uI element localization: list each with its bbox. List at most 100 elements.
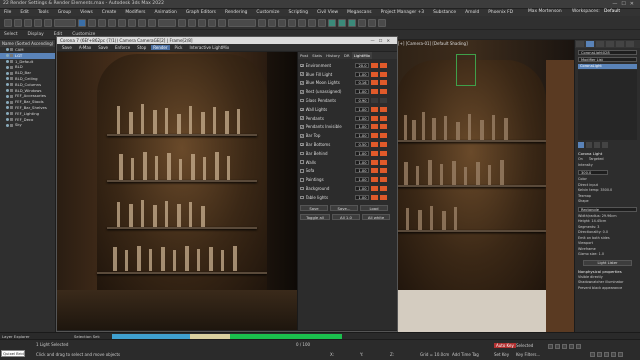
- menu-phoenix[interactable]: Phoenix FD: [488, 10, 513, 15]
- link-icon[interactable]: [24, 18, 32, 27]
- lightmix-intensity-field[interactable]: 1.00: [354, 71, 369, 77]
- lightmix-color-swatch[interactable]: [379, 194, 387, 200]
- lightmix-color-swatch[interactable]: [379, 98, 387, 104]
- lightmix-enable-checkbox[interactable]: [300, 178, 304, 182]
- lightmix-enable-checkbox[interactable]: ✓: [300, 125, 304, 129]
- shape-dropdown[interactable]: Rectangle: [578, 206, 637, 212]
- maximize-viewport-icon[interactable]: [618, 352, 623, 357]
- y-coord-label[interactable]: Y:: [360, 352, 363, 357]
- named-selection-dropdown[interactable]: [228, 18, 256, 27]
- align-icon[interactable]: [268, 18, 276, 27]
- menu-animation[interactable]: Animation: [154, 10, 176, 15]
- menu-scripting[interactable]: Scripting: [288, 10, 308, 15]
- lightmix-intensity-field[interactable]: 1.00: [354, 186, 369, 192]
- select-by-name-icon[interactable]: [88, 18, 96, 27]
- lightmix-color-swatch[interactable]: [379, 71, 387, 77]
- lightmix-save-as-button[interactable]: Save...: [330, 204, 358, 211]
- lightmix-enable-checkbox[interactable]: [300, 98, 304, 103]
- play-icon[interactable]: [562, 344, 567, 349]
- render-image[interactable]: [57, 52, 297, 330]
- lightmix-save-button[interactable]: Save: [300, 204, 328, 211]
- window-controls[interactable]: —☐✕: [612, 1, 638, 7]
- nonphysical-section[interactable]: Nonphysical properties: [578, 269, 637, 274]
- menu-megascans[interactable]: Megascans: [347, 10, 371, 15]
- modifier-stack[interactable]: [578, 70, 637, 140]
- lightmix-color-swatch[interactable]: [370, 62, 378, 68]
- selection-filter-dropdown[interactable]: [54, 18, 76, 27]
- key-filters-button[interactable]: Key Filters...: [516, 352, 540, 357]
- lightmix-enable-checkbox[interactable]: ✓: [300, 107, 304, 112]
- motion-tab-icon[interactable]: [606, 41, 614, 47]
- lightmix-color-swatch[interactable]: [379, 124, 387, 130]
- lightmix-color-swatch[interactable]: [370, 168, 378, 174]
- on-checkbox[interactable]: On: [578, 157, 583, 163]
- lightmix-enable-checkbox[interactable]: [300, 195, 304, 200]
- visibility-eye-icon[interactable]: [6, 54, 9, 58]
- corona-icon[interactable]: [368, 18, 376, 27]
- select-icon[interactable]: [78, 18, 86, 27]
- lightmix-color-swatch[interactable]: [370, 159, 378, 165]
- make-unique-icon[interactable]: [594, 142, 600, 148]
- menu-arnold[interactable]: Arnold: [465, 10, 479, 15]
- lightmix-color-swatch[interactable]: [370, 80, 378, 86]
- schematic-icon[interactable]: [308, 18, 316, 27]
- substance-icon[interactable]: [378, 18, 386, 27]
- viewport-label[interactable]: [+] [Camera-01] [Default Shading]: [398, 41, 468, 46]
- spinner-snap-icon[interactable]: [218, 18, 226, 27]
- lightmix-color-swatch[interactable]: [370, 150, 378, 156]
- lightmix-color-swatch[interactable]: [379, 62, 387, 68]
- tab-history[interactable]: History: [324, 52, 342, 59]
- material-editor-icon[interactable]: [318, 18, 326, 27]
- lightmix-color-swatch[interactable]: [379, 89, 387, 95]
- visibility-eye-icon[interactable]: [6, 106, 9, 110]
- framebuffer-titlebar[interactable]: Corona 7 (6Ef+862pc (7/1)) Camera Camera…: [57, 37, 397, 44]
- modify-tab-icon[interactable]: [586, 41, 594, 47]
- visibility-eye-icon[interactable]: [6, 48, 9, 52]
- lightmix-color-swatch[interactable]: [379, 133, 387, 139]
- user-account[interactable]: Max Mortenson: [528, 9, 562, 14]
- menu-modifiers[interactable]: Modifiers: [125, 10, 145, 15]
- scale-icon[interactable]: [138, 18, 146, 27]
- corona-light-section[interactable]: Corona Light: [578, 151, 637, 156]
- visibility-eye-icon[interactable]: [6, 100, 9, 104]
- utilities-tab-icon[interactable]: [626, 41, 634, 47]
- framebuffer-window-controls[interactable]: —☐✕: [371, 37, 394, 44]
- prev-frame-icon[interactable]: [555, 344, 560, 349]
- lightmix-intensity-field[interactable]: 1.00: [354, 124, 369, 130]
- lightmix-color-swatch[interactable]: [370, 124, 378, 130]
- lightmix-intensity-field[interactable]: 0.50: [354, 142, 369, 148]
- visibility-eye-icon[interactable]: [6, 123, 9, 127]
- toggle-all-button[interactable]: Toggle all: [300, 213, 330, 220]
- next-frame-icon[interactable]: [569, 344, 574, 349]
- layer-icon[interactable]: [278, 18, 286, 27]
- targeted-checkbox[interactable]: Targeted: [589, 157, 604, 163]
- mirror-icon[interactable]: [258, 18, 266, 27]
- gizmo-size-field[interactable]: Gizmo size: 1.0: [578, 252, 637, 258]
- render-frame-icon[interactable]: [338, 18, 346, 27]
- lightmix-intensity-field[interactable]: 20.0: [354, 62, 369, 68]
- lightmix-enable-checkbox[interactable]: [300, 151, 304, 156]
- unlink-icon[interactable]: [34, 18, 42, 27]
- lightmix-color-swatch[interactable]: [379, 159, 387, 165]
- x-coord-label[interactable]: X:: [330, 352, 334, 357]
- snap-icon[interactable]: [188, 18, 196, 27]
- ribbon-icon[interactable]: [288, 18, 296, 27]
- menu-group[interactable]: Group: [58, 10, 71, 15]
- lightmix-color-swatch[interactable]: [379, 150, 387, 156]
- render-setup-icon[interactable]: [328, 18, 336, 27]
- remove-modifier-icon[interactable]: [602, 142, 608, 148]
- menu-civil-view[interactable]: Civil View: [317, 10, 338, 15]
- lightmix-color-swatch[interactable]: [370, 115, 378, 121]
- undo-icon[interactable]: [4, 18, 12, 27]
- hierarchy-tab-icon[interactable]: [596, 41, 604, 47]
- pivot-icon[interactable]: [178, 18, 186, 27]
- fov-icon[interactable]: [611, 352, 616, 357]
- modifier-list-dropdown[interactable]: Modifier List: [578, 57, 637, 62]
- visibility-eye-icon[interactable]: [6, 77, 9, 81]
- visibility-eye-icon[interactable]: [6, 59, 9, 63]
- visibility-eye-icon[interactable]: [6, 71, 9, 75]
- workspaces-dropdown[interactable]: Default: [604, 9, 620, 14]
- menu-project-manager[interactable]: Project Manager +3: [381, 10, 425, 15]
- fb-tool-stop[interactable]: Stop: [135, 45, 148, 50]
- lightmix-intensity-field[interactable]: 1.00: [354, 168, 369, 174]
